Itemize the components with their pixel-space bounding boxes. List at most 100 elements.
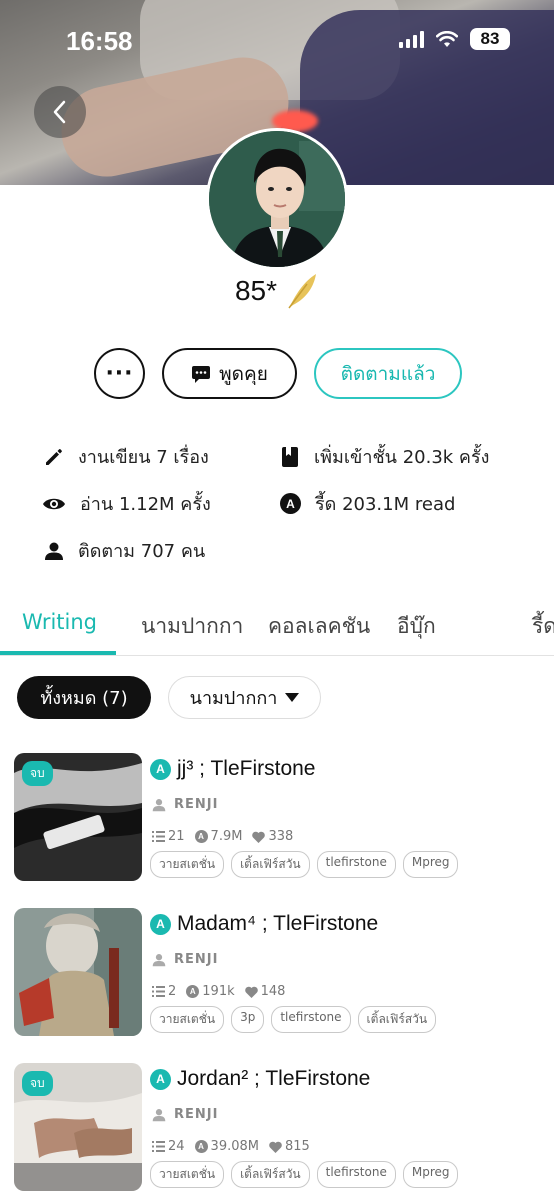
- heart-icon: [269, 1141, 282, 1153]
- filter-all-button[interactable]: ทั้งหมด (7): [17, 676, 151, 719]
- readawrite-icon: A: [194, 830, 208, 843]
- story-tag[interactable]: tlefirstone: [316, 1161, 396, 1188]
- tab-reads[interactable]: รี้ด: [532, 610, 554, 643]
- story-tag[interactable]: Mpreg: [402, 851, 459, 878]
- chat-bubble-icon: [192, 365, 211, 383]
- story-tag[interactable]: เติ้ลเฟิร์สวัน: [231, 851, 310, 878]
- story-tags: วายสเตชั่น เติ้ลเฟิร์สวัน tlefirstone Mp…: [150, 1161, 459, 1188]
- stat-read-count-label: รี้ด 203.1M read: [315, 494, 456, 515]
- story-cover: จบ: [14, 753, 142, 881]
- story-tag[interactable]: วายสเตชั่น: [150, 1161, 225, 1188]
- story-likes: 815: [269, 1139, 310, 1154]
- list-icon: [152, 986, 165, 997]
- chevron-left-icon: [53, 100, 66, 124]
- person-icon: [152, 798, 166, 811]
- person-icon: [45, 542, 63, 560]
- story-item[interactable]: จบ A jj³ ; TleFirstone RENJI 21 A 7.9M 3…: [14, 753, 544, 881]
- story-reads: A 7.9M: [194, 829, 243, 844]
- story-reads: A 191k: [186, 984, 235, 999]
- caret-down-icon: [285, 693, 300, 702]
- profile-actions: ··· พูดคุย ติดตามแล้ว: [94, 348, 462, 399]
- story-tag[interactable]: tlefirstone: [271, 1006, 351, 1033]
- profile-name-row: 85*: [0, 272, 554, 310]
- pen-name-dropdown-label: นามปากกา: [189, 688, 278, 709]
- story-meta: 24 A 39.08M 815: [152, 1139, 310, 1154]
- heart-icon: [244, 986, 258, 998]
- story-reads: A 39.08M: [194, 1139, 259, 1154]
- story-tag[interactable]: วายสเตชั่น: [150, 1006, 225, 1033]
- story-tag[interactable]: เติ้ลเฟิร์สวัน: [357, 1006, 437, 1033]
- avatar-illustration: [209, 131, 345, 267]
- story-author: RENJI: [152, 797, 218, 812]
- story-likes: 338: [252, 829, 293, 844]
- story-tags: วายสเตชั่น 3p tlefirstone เติ้ลเฟิร์สวัน: [150, 1006, 437, 1033]
- pen-name-dropdown[interactable]: นามปากกา: [168, 676, 321, 719]
- stat-reads: อ่าน 1.12M ครั้ง: [42, 489, 211, 518]
- gold-quill-icon: [288, 274, 317, 309]
- back-button[interactable]: [34, 86, 86, 138]
- story-cover: [14, 908, 142, 1036]
- stat-read-count: A รี้ด 203.1M read: [280, 489, 455, 518]
- story-title: jj³ ; TleFirstone: [177, 757, 316, 780]
- chat-button-label: พูดคุย: [219, 362, 268, 385]
- pencil-icon: [46, 448, 62, 465]
- story-author-name: RENJI: [174, 952, 219, 967]
- story-chapters-count: 2: [168, 984, 177, 999]
- story-cover: จบ: [14, 1063, 142, 1191]
- list-icon: [152, 1141, 165, 1152]
- status-indicators: 83: [399, 28, 510, 50]
- tab-pen-names[interactable]: นามปากกา: [141, 610, 243, 643]
- story-reads-count: 191k: [202, 984, 235, 999]
- story-title: Madam⁴ ; TleFirstone: [177, 912, 379, 935]
- story-reads-count: 39.08M: [210, 1139, 259, 1154]
- readawrite-icon: A: [186, 985, 200, 998]
- signal-icon: [399, 30, 424, 48]
- completed-badge: จบ: [22, 1071, 53, 1096]
- story-chapters: 24: [152, 1139, 185, 1154]
- battery-indicator: 83: [470, 28, 510, 50]
- story-author: RENJI: [152, 952, 218, 967]
- stat-works-label: งานเขียน 7 เรื่อง: [78, 447, 209, 468]
- stat-works: งานเขียน 7 เรื่อง: [44, 442, 209, 471]
- story-tag[interactable]: Mpreg: [402, 1161, 459, 1188]
- story-tag[interactable]: tlefirstone: [316, 851, 396, 878]
- person-icon: [152, 953, 166, 966]
- story-tag[interactable]: 3p: [231, 1006, 265, 1033]
- story-item[interactable]: จบ A Jordan² ; TleFirstone RENJI 24 A 39…: [14, 1063, 544, 1191]
- story-tag[interactable]: วายสเตชั่น: [150, 851, 225, 878]
- readawrite-icon: A: [150, 758, 171, 780]
- story-author-name: RENJI: [174, 797, 219, 812]
- readawrite-icon: A: [280, 493, 301, 514]
- tab-active-indicator: [0, 651, 116, 655]
- story-meta: 21 A 7.9M 338: [152, 829, 293, 844]
- stat-shelf: เพิ่มเข้าชั้น 20.3k ครั้ง: [280, 442, 489, 471]
- story-chapters: 21: [152, 829, 185, 844]
- wifi-icon: [436, 30, 458, 47]
- readawrite-icon: A: [194, 1140, 208, 1153]
- story-title-row: A Jordan² ; TleFirstone: [150, 1067, 370, 1091]
- avatar[interactable]: [206, 128, 348, 270]
- stat-followers-label: ติดตาม 707 คน: [78, 541, 206, 562]
- person-icon: [152, 1108, 166, 1121]
- list-icon: [152, 831, 165, 842]
- readawrite-icon: A: [150, 1068, 171, 1090]
- heart-icon: [252, 831, 266, 843]
- story-item[interactable]: A Madam⁴ ; TleFirstone RENJI 2 A 191k 14…: [14, 908, 544, 1036]
- bookmark-book-icon: [282, 446, 298, 467]
- story-chapters-count: 21: [168, 829, 185, 844]
- tab-writing[interactable]: Writing: [22, 610, 97, 634]
- profile-name: 85*: [234, 275, 278, 306]
- readawrite-icon: A: [150, 913, 171, 935]
- story-likes-count: 338: [268, 829, 294, 844]
- more-button[interactable]: ···: [94, 348, 145, 399]
- story-author: RENJI: [152, 1107, 218, 1122]
- tab-ebooks[interactable]: อีบุ๊ก: [397, 610, 436, 643]
- stat-followers: ติดตาม 707 คน: [44, 536, 205, 565]
- chat-button[interactable]: พูดคุย: [162, 348, 297, 399]
- story-tag[interactable]: เติ้ลเฟิร์สวัน: [231, 1161, 310, 1188]
- story-chapters-count: 24: [168, 1139, 185, 1154]
- follow-button[interactable]: ติดตามแล้ว: [314, 348, 462, 399]
- tab-collections[interactable]: คอลเลคชัน: [268, 610, 370, 643]
- story-reads-count: 7.9M: [210, 829, 243, 844]
- profile-tabs: Writing นามปากกา คอลเลคชัน อีบุ๊ก รี้ด: [0, 600, 554, 656]
